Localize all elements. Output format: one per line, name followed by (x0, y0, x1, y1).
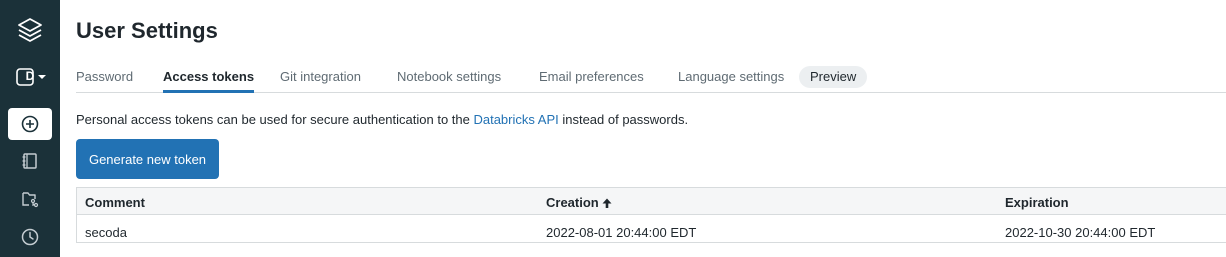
tokens-description: Personal access tokens can be used for s… (76, 112, 688, 127)
sidebar: D (0, 0, 60, 257)
tab-git-integration[interactable]: Git integration (280, 69, 361, 84)
settings-main: User Settings Password Access tokens Git… (60, 0, 1226, 257)
tab-email-preferences[interactable]: Email preferences (539, 69, 644, 84)
column-header-creation[interactable]: Creation (546, 195, 613, 210)
repos-icon[interactable] (8, 183, 52, 215)
column-header-creation-label: Creation (546, 195, 599, 210)
databricks-logo-icon[interactable] (8, 12, 52, 48)
column-header-expiration[interactable]: Expiration (1005, 195, 1069, 210)
databricks-api-link[interactable]: Databricks API (473, 112, 558, 127)
workspace-switcher[interactable]: D (8, 61, 52, 93)
column-header-comment[interactable]: Comment (85, 195, 145, 210)
intro-text-after: instead of passwords. (558, 112, 689, 127)
page-title: User Settings (76, 18, 218, 43)
token-comment: secoda (85, 225, 127, 240)
preview-badge: Preview (799, 66, 868, 88)
tab-language-settings[interactable]: Language settings (678, 69, 784, 84)
active-tab-indicator (163, 90, 254, 93)
notebook-icon[interactable] (8, 145, 52, 177)
create-plus-icon[interactable] (8, 108, 52, 140)
token-creation: 2022-08-01 20:44:00 EDT (546, 225, 697, 240)
recents-clock-icon[interactable] (8, 221, 52, 253)
intro-text-before: Personal access tokens can be used for s… (76, 112, 474, 127)
settings-tabs: Password Access tokens Git integration N… (76, 62, 1226, 93)
tab-access-tokens[interactable]: Access tokens (163, 69, 254, 84)
workspace-letter: D (25, 69, 35, 83)
table-header: Comment Creation Expiration (77, 188, 1226, 215)
tokens-table: Comment Creation Expiration secoda 2022-… (76, 187, 1226, 243)
arrow-up-icon (602, 198, 612, 208)
tab-notebook-settings[interactable]: Notebook settings (397, 69, 501, 84)
tab-password[interactable]: Password (76, 69, 133, 84)
token-expiration: 2022-10-30 20:44:00 EDT (1005, 225, 1156, 240)
generate-new-token-button[interactable]: Generate new token (76, 139, 219, 179)
